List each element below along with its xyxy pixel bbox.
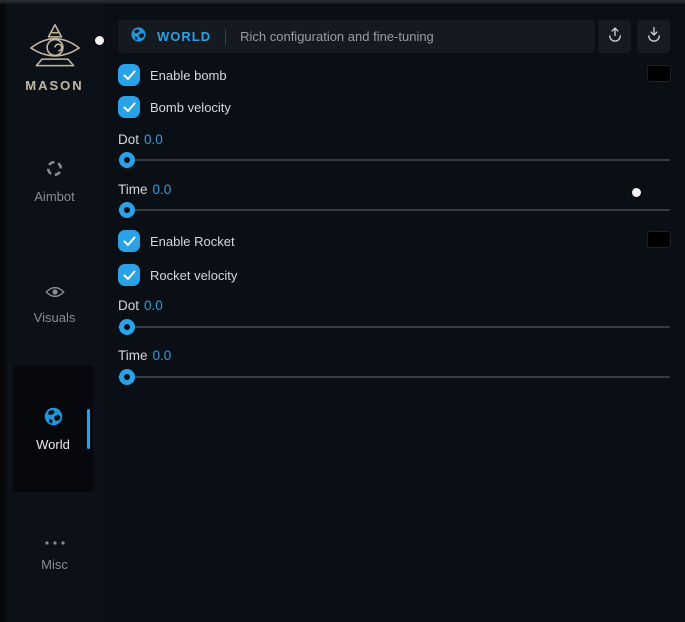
sidebar: MASON Aimbot Visuals bbox=[0, 4, 103, 622]
slider-thumb[interactable] bbox=[119, 319, 135, 335]
tab-header: WORLD Rich configuration and fine-tuning bbox=[118, 20, 595, 53]
cursor-dot bbox=[95, 36, 104, 45]
slider-name: Time bbox=[118, 348, 148, 363]
slider-value: 0.0 bbox=[144, 298, 163, 313]
sidebar-item-aimbot[interactable]: Aimbot bbox=[6, 159, 103, 204]
upload-icon bbox=[606, 25, 624, 48]
slider-thumb[interactable] bbox=[119, 152, 135, 168]
ellipsis-icon bbox=[44, 534, 66, 549]
globe-icon bbox=[43, 406, 64, 430]
sidebar-item-label: Misc bbox=[41, 557, 68, 572]
page-subtitle: Rich configuration and fine-tuning bbox=[240, 29, 434, 44]
slider-track[interactable] bbox=[118, 209, 670, 211]
cursor-dot bbox=[632, 188, 641, 197]
rocket-dot-slider[interactable] bbox=[118, 319, 670, 335]
slider-name: Time bbox=[118, 182, 148, 197]
slider-label-rocket-time: Time 0.0 bbox=[118, 348, 171, 363]
mason-window: MASON Aimbot Visuals bbox=[0, 0, 685, 622]
rocket-color-swatch[interactable] bbox=[647, 231, 671, 248]
mason-eye-logo-icon bbox=[6, 22, 103, 74]
toggle-label: Rocket velocity bbox=[150, 268, 237, 283]
checkbox-checked[interactable] bbox=[118, 96, 140, 118]
checkbox-checked[interactable] bbox=[118, 264, 140, 286]
bomb-time-slider[interactable] bbox=[118, 202, 670, 218]
slider-label-rocket-dot: Dot 0.0 bbox=[118, 298, 163, 313]
sidebar-item-world[interactable]: World bbox=[13, 366, 93, 492]
export-config-button[interactable] bbox=[598, 20, 631, 53]
brand-name: MASON bbox=[6, 78, 103, 93]
toggle-bomb-velocity[interactable]: Bomb velocity bbox=[118, 96, 231, 118]
checkbox-checked[interactable] bbox=[118, 64, 140, 86]
import-config-button[interactable] bbox=[637, 20, 670, 53]
sidebar-item-label: Visuals bbox=[34, 310, 76, 325]
slider-track[interactable] bbox=[118, 376, 670, 378]
header-divider bbox=[225, 29, 226, 45]
sidebar-item-label: World bbox=[36, 437, 70, 452]
toggle-rocket-velocity[interactable]: Rocket velocity bbox=[118, 264, 237, 286]
page-title: WORLD bbox=[157, 29, 211, 44]
eye-icon bbox=[45, 285, 65, 302]
toggle-label: Bomb velocity bbox=[150, 100, 231, 115]
toggle-enable-bomb[interactable]: Enable bomb bbox=[118, 64, 227, 86]
bomb-color-swatch[interactable] bbox=[647, 65, 671, 82]
brand-logo: MASON bbox=[6, 22, 103, 93]
slider-thumb[interactable] bbox=[119, 202, 135, 218]
sidebar-item-misc[interactable]: Misc bbox=[6, 534, 103, 572]
toggle-enable-rocket[interactable]: Enable Rocket bbox=[118, 230, 235, 252]
slider-label-bomb-dot: Dot 0.0 bbox=[118, 132, 163, 147]
slider-track[interactable] bbox=[118, 159, 670, 161]
slider-name: Dot bbox=[118, 298, 139, 313]
rocket-time-slider[interactable] bbox=[118, 369, 670, 385]
slider-thumb[interactable] bbox=[119, 369, 135, 385]
active-tab-indicator bbox=[87, 409, 90, 449]
sidebar-item-world-content: World bbox=[13, 406, 93, 452]
download-icon bbox=[645, 25, 663, 48]
toggle-label: Enable bomb bbox=[150, 68, 227, 83]
bomb-dot-slider[interactable] bbox=[118, 152, 670, 168]
checkbox-checked[interactable] bbox=[118, 230, 140, 252]
slider-label-bomb-time: Time 0.0 bbox=[118, 182, 171, 197]
sidebar-item-visuals[interactable]: Visuals bbox=[6, 285, 103, 325]
globe-icon bbox=[130, 26, 147, 48]
slider-value: 0.0 bbox=[153, 348, 172, 363]
toggle-label: Enable Rocket bbox=[150, 234, 235, 249]
slider-value: 0.0 bbox=[144, 132, 163, 147]
slider-track[interactable] bbox=[118, 326, 670, 328]
main-panel: WORLD Rich configuration and fine-tuning bbox=[103, 0, 685, 622]
slider-value: 0.0 bbox=[153, 182, 172, 197]
sidebar-item-label: Aimbot bbox=[34, 189, 74, 204]
crosshair-icon bbox=[45, 159, 64, 181]
slider-name: Dot bbox=[118, 132, 139, 147]
